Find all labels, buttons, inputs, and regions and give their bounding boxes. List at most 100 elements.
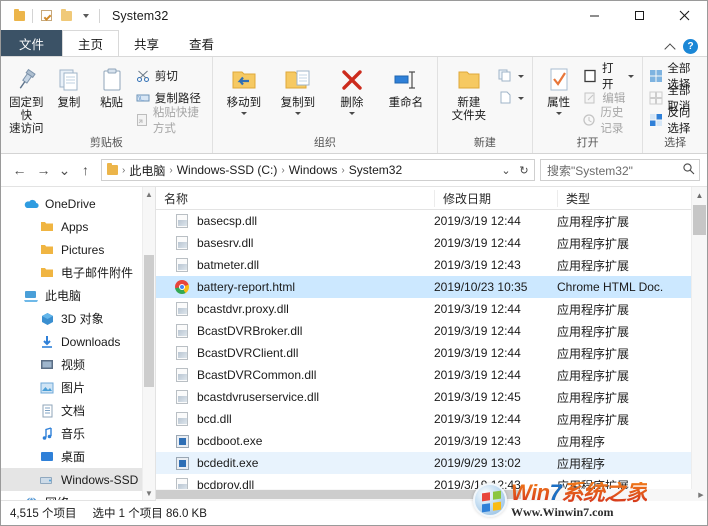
dll-icon-glyph <box>176 390 188 404</box>
sidebar-item-1[interactable]: Apps <box>1 215 155 238</box>
table-row[interactable]: BcastDVRClient.dll 2019/3/19 12:44 应用程序扩展 <box>156 342 707 364</box>
recent-locations-button[interactable]: ⌄ <box>56 159 73 182</box>
open-button[interactable]: 打开 <box>580 63 638 91</box>
qat-checkbox-button[interactable] <box>36 6 56 26</box>
cut-button[interactable]: 剪切 <box>133 65 208 86</box>
table-row[interactable]: basesrv.dll 2019/3/19 12:44 应用程序扩展 <box>156 232 707 254</box>
close-button[interactable] <box>662 1 707 30</box>
table-row[interactable]: bcd.dll 2019/3/19 12:44 应用程序扩展 <box>156 408 707 430</box>
table-row[interactable]: battery-report.html 2019/10/23 10:35 Chrom… <box>156 276 707 298</box>
invert-selection-icon <box>649 112 663 128</box>
sidebar-item-0[interactable]: OneDrive <box>1 192 155 215</box>
table-row[interactable]: batmeter.dll 2019/3/19 12:43 应用程序扩展 <box>156 254 707 276</box>
tab-view[interactable]: 查看 <box>174 30 229 56</box>
refresh-icon[interactable]: ↻ <box>516 164 532 177</box>
move-to-button[interactable]: 移动到 <box>217 60 271 115</box>
column-header-date[interactable]: 修改日期 <box>434 189 557 207</box>
sidebar-item-3[interactable]: 电子邮件附件 <box>1 261 155 284</box>
copy-button[interactable]: 复制 <box>48 60 91 110</box>
chevron-down-icon[interactable] <box>240 112 247 115</box>
file-name-cell: BcastDVRCommon.dll <box>156 367 434 383</box>
chevron-down-icon[interactable]: ⌄ <box>498 164 514 177</box>
sidebar-item-13[interactable]: 网络 <box>1 491 155 500</box>
scroll-right-icon[interactable]: ▶ <box>695 489 707 500</box>
list-scrollbar[interactable]: ▲ ▼ <box>691 187 707 500</box>
properties-button[interactable]: 属性 <box>537 60 581 115</box>
new-item-button[interactable] <box>496 65 528 86</box>
sidebar-item-9[interactable]: 文档 <box>1 399 155 422</box>
column-header-name[interactable]: 名称 <box>156 190 434 207</box>
scroll-up-icon[interactable]: ▲ <box>692 187 707 203</box>
table-row[interactable]: bcdboot.exe 2019/3/19 12:43 应用程序 <box>156 430 707 452</box>
breadcrumb-item-system32[interactable]: System32 <box>346 163 405 177</box>
sidebar-item-7[interactable]: 视频 <box>1 353 155 376</box>
help-button[interactable]: ? <box>683 39 698 54</box>
exe-icon <box>174 433 190 449</box>
paste-button[interactable]: 粘贴 <box>90 60 133 110</box>
table-row[interactable]: bcastdvr.proxy.dll 2019/3/19 12:44 应用程序扩展 <box>156 298 707 320</box>
history-button[interactable]: 历史记录 <box>580 107 638 135</box>
delete-button[interactable]: 删除 <box>325 60 379 115</box>
up-button[interactable]: ↑ <box>74 159 97 182</box>
chevron-down-icon[interactable] <box>348 112 355 115</box>
breadcrumb-item-windows[interactable]: Windows <box>286 163 341 177</box>
sidebar-item-2[interactable]: Pictures <box>1 238 155 261</box>
sidebar-item-8[interactable]: 图片 <box>1 376 155 399</box>
dll-icon-glyph <box>176 412 188 426</box>
file-name-text: battery-report.html <box>197 280 296 294</box>
pin-to-quick-access-button[interactable]: 固定到快 速访问 <box>5 60 48 136</box>
navigation-list: OneDrive Apps Pictures 电子邮件附件 此电脑 3D 对象 Downlo… <box>1 187 155 500</box>
file-name-text: BcastDVRCommon.dll <box>197 368 317 382</box>
rename-button[interactable]: 重命名 <box>379 60 433 110</box>
minimize-button[interactable] <box>572 1 617 30</box>
search-icon[interactable] <box>682 162 695 178</box>
scroll-down-icon[interactable]: ▼ <box>143 486 155 500</box>
sidebar-item-4[interactable]: 此电脑 <box>1 284 155 307</box>
scroll-up-icon[interactable]: ▲ <box>143 187 155 201</box>
qat-customize-button[interactable] <box>76 6 96 26</box>
sidebar-item-12[interactable]: Windows-SSD ( <box>1 468 155 491</box>
dll-icon <box>174 345 190 361</box>
hscroll-thumb[interactable] <box>156 490 521 499</box>
breadcrumb-item-this-pc[interactable]: 此电脑 <box>126 162 168 179</box>
new-folder-button[interactable]: 新建 文件夹 <box>442 60 496 123</box>
chevron-down-icon[interactable] <box>555 112 562 115</box>
chevron-down-icon[interactable] <box>517 75 524 78</box>
search-box[interactable]: 搜索"System32" <box>540 159 700 181</box>
chevron-down-icon[interactable] <box>628 75 635 78</box>
copy-to-button[interactable]: 复制到 <box>271 60 325 115</box>
nav-scroll-thumb[interactable] <box>144 255 154 387</box>
table-row[interactable]: BcastDVRBroker.dll 2019/3/19 12:44 应用程序扩展 <box>156 320 707 342</box>
table-row[interactable]: bcastdvruserservice.dll 2019/3/19 12:45 应用… <box>156 386 707 408</box>
table-row[interactable]: BcastDVRCommon.dll 2019/3/19 12:44 应用程序扩展 <box>156 364 707 386</box>
table-row[interactable]: basecsp.dll 2019/3/19 12:44 应用程序扩展 <box>156 210 707 232</box>
tab-home[interactable]: 主页 <box>62 30 120 56</box>
column-header-type[interactable]: 类型 <box>557 189 707 207</box>
nav-scrollbar[interactable]: ▲ ▼ <box>142 187 155 500</box>
invert-selection-button[interactable]: 反向选择 <box>647 107 703 135</box>
forward-button[interactable]: → <box>32 159 55 182</box>
back-button[interactable]: ← <box>8 159 31 182</box>
list-scroll-thumb[interactable] <box>693 205 706 235</box>
sidebar-item-11[interactable]: 桌面 <box>1 445 155 468</box>
sidebar-item-6[interactable]: Downloads <box>1 330 155 353</box>
qat-newfolder-button[interactable] <box>56 6 76 26</box>
breadcrumb-item-drive[interactable]: Windows-SSD (C:) <box>174 163 281 177</box>
tab-file[interactable]: 文件 <box>1 30 63 56</box>
paste-shortcut-button[interactable]: 粘贴快捷方式 <box>133 107 208 135</box>
chevron-up-icon[interactable] <box>665 41 676 52</box>
folder-icon <box>107 163 118 175</box>
file-date-cell: 2019/3/19 12:43 <box>434 258 521 272</box>
sidebar-item-5[interactable]: 3D 对象 <box>1 307 155 330</box>
easy-access-button[interactable] <box>496 87 528 108</box>
chevron-down-icon[interactable] <box>517 97 524 100</box>
chevron-down-icon[interactable] <box>294 112 301 115</box>
sidebar-item-10[interactable]: 音乐 <box>1 422 155 445</box>
table-row[interactable]: bcdedit.exe 2019/9/29 13:02 应用程序 <box>156 452 707 474</box>
horizontal-scrollbar[interactable]: ◀ ▶ <box>156 489 707 501</box>
tab-share[interactable]: 共享 <box>119 30 174 56</box>
breadcrumb-field[interactable]: › 此电脑 › Windows-SSD (C:) › Windows › Sys… <box>101 159 535 181</box>
maximize-button[interactable] <box>617 1 662 30</box>
search-input[interactable]: 搜索"System32" <box>547 162 682 179</box>
qat-properties-button[interactable] <box>9 6 29 26</box>
